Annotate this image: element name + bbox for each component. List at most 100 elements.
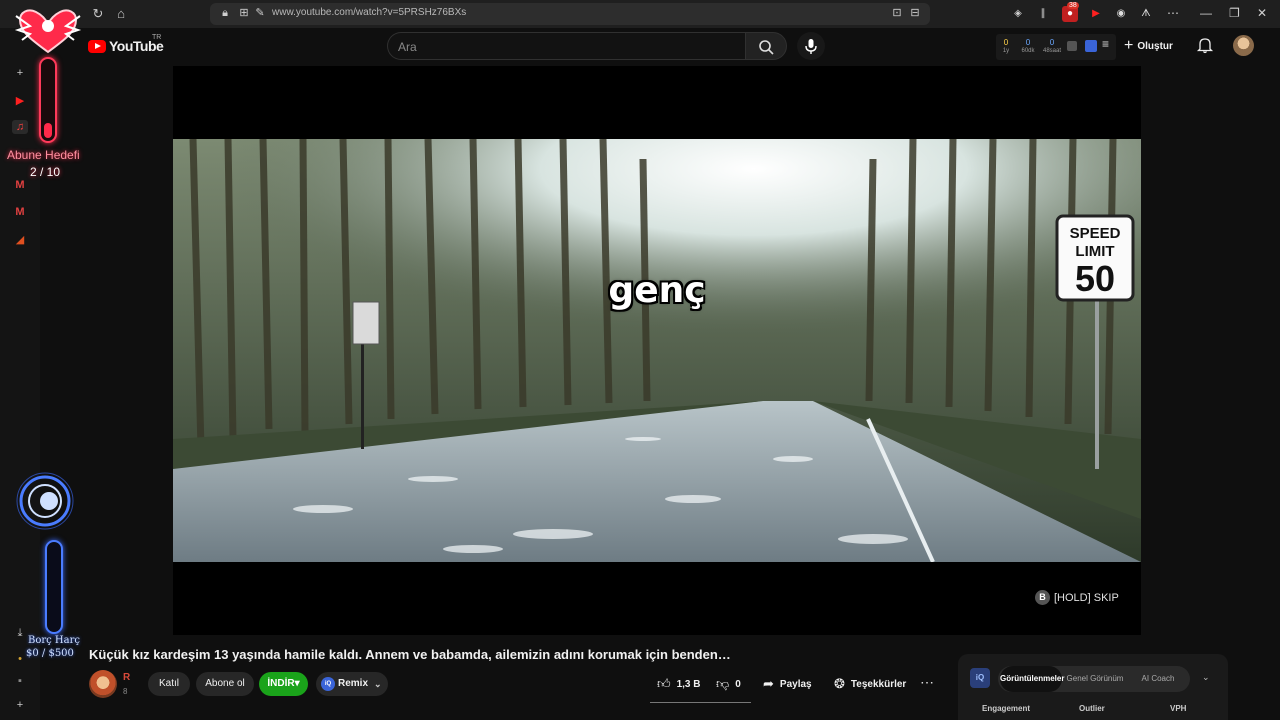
- stats-widget: 0 1y 0 60dk 0 48saat ≡: [996, 34, 1116, 60]
- puzzle-extension-icon[interactable]: ᗑ: [1138, 6, 1154, 22]
- download-button[interactable]: İNDİR▾: [259, 672, 308, 696]
- menu-icon[interactable]: ≡: [1102, 37, 1109, 51]
- channel-subscribers: 8: [123, 687, 128, 696]
- chevron-down-icon: ⌄: [374, 679, 382, 689]
- iq-icon: iQ: [321, 677, 335, 691]
- bookmark-icon[interactable]: ⊟: [908, 6, 922, 20]
- region-code: TR: [152, 34, 162, 41]
- restore-icon[interactable]: ❐: [1229, 6, 1240, 20]
- analytics-panel: iQ Görüntülenmeler Genel Görünüm AI Coac…: [958, 654, 1228, 720]
- like-bar: [650, 702, 751, 703]
- microphone-icon: [805, 39, 817, 54]
- app-icon[interactable]: ◢: [12, 233, 28, 247]
- stat-60dk: 0 60dk: [1021, 38, 1035, 54]
- thanks-label: Teşekkürler: [850, 678, 907, 690]
- music-icon[interactable]: ♫: [12, 120, 28, 134]
- dislike-count: 0: [735, 678, 741, 690]
- thumbs-down-icon: 👎︎: [716, 676, 730, 691]
- address-bar[interactable]: 🔒︎ ⊞ ✎ www.youtube.com/watch?v=5PRSHz76B…: [210, 3, 930, 25]
- box-icon[interactable]: ▪: [12, 674, 28, 688]
- channel-avatar[interactable]: [89, 670, 117, 698]
- gmail-icon-2[interactable]: M: [12, 205, 28, 219]
- panel-tabs: Görüntülenmeler Genel Görünüm AI Coach: [998, 666, 1190, 692]
- iq-logo-icon: iQ: [970, 668, 990, 688]
- tab-ai-coach[interactable]: AI Coach: [1128, 666, 1188, 692]
- share-label: Paylaş: [779, 678, 812, 690]
- add-bottom-icon[interactable]: +: [12, 698, 28, 712]
- home-icon[interactable]: ⌂: [113, 6, 129, 22]
- remix-button[interactable]: iQ Remix ⌄: [316, 672, 388, 696]
- browser-menu-icon[interactable]: ⋯: [1167, 6, 1179, 20]
- share-button[interactable]: ➦ Paylaş: [763, 672, 812, 696]
- voice-search-button[interactable]: [797, 32, 825, 60]
- tab-overview[interactable]: Genel Görünüm: [1064, 666, 1126, 692]
- moon-orb-logo: [16, 472, 74, 530]
- extension-badge: 38: [1067, 2, 1079, 9]
- video-frame: SPEED LIMIT 50: [173, 139, 1141, 562]
- search-icon: [759, 40, 774, 55]
- left-sidebar: + ▶ ♫ M M ◢ ⤓ • ▪ +: [0, 28, 40, 720]
- dislike-button[interactable]: 👎︎ 0: [716, 672, 741, 696]
- grid-icon[interactable]: [1067, 41, 1077, 51]
- youtube-extension-icon[interactable]: ▶: [1088, 6, 1104, 22]
- subscribe-button[interactable]: Abone ol: [196, 672, 254, 696]
- minimize-icon[interactable]: —: [1200, 6, 1212, 20]
- thanks-button[interactable]: ❂ Teşekkürler: [834, 672, 906, 696]
- goal-thermometer-fill: [44, 123, 52, 138]
- debt-thermometer: [45, 540, 63, 634]
- create-button[interactable]: + Oluştur: [1124, 36, 1173, 56]
- goal-count: 2 / 10: [30, 165, 61, 179]
- debt-value: $0 / $500: [26, 648, 74, 659]
- panel-expand-icon[interactable]: ⌄: [1202, 672, 1210, 683]
- remix-label: Remix: [338, 678, 369, 689]
- stat-1y: 0 1y: [1002, 38, 1010, 54]
- notifications-bell-icon[interactable]: [1196, 36, 1214, 54]
- video-player[interactable]: SPEED LIMIT 50 genç B [HOLD] SKIP: [173, 66, 1141, 635]
- close-icon[interactable]: ✕: [1257, 6, 1267, 20]
- like-button[interactable]: 👍︎ 1,3 B: [657, 672, 701, 696]
- debt-title: Borç Harç: [28, 635, 80, 646]
- search-placeholder: Ara: [398, 40, 417, 54]
- url-text[interactable]: www.youtube.com/watch?v=5PRSHz76BXs: [272, 7, 466, 18]
- skip-label: [HOLD] SKIP: [1054, 591, 1119, 604]
- screenshot-icon[interactable]: ⊡: [890, 6, 904, 20]
- plus-icon: +: [1124, 37, 1134, 54]
- thanks-icon: ❂: [834, 676, 845, 691]
- mask-extension-icon[interactable]: ◉: [1113, 6, 1129, 22]
- youtube-play-icon: [88, 39, 106, 53]
- tools-icon[interactable]: ✎: [253, 6, 267, 20]
- iq-icon[interactable]: [1085, 40, 1097, 52]
- share-icon: ➦: [763, 676, 774, 691]
- video-caption: genç: [608, 270, 706, 311]
- join-button[interactable]: Katıl: [148, 672, 190, 696]
- column-vph: VPH: [1170, 704, 1187, 713]
- skip-control[interactable]: B [HOLD] SKIP: [1035, 590, 1119, 605]
- search-button[interactable]: [745, 32, 787, 60]
- skip-key-icon: B: [1035, 590, 1050, 605]
- channel-name[interactable]: R: [123, 672, 130, 683]
- column-outlier: Outlier: [1079, 704, 1105, 713]
- heart-wings-logo: [14, 9, 82, 54]
- youtube-icon[interactable]: ▶: [12, 94, 28, 108]
- thumbs-up-icon: 👍︎: [657, 676, 671, 691]
- column-engagement: Engagement: [982, 704, 1031, 713]
- browser-toolbar: ↻ ⌂ 🔒︎ ⊞ ✎ www.youtube.com/watch?v=5PRSH…: [0, 0, 1280, 28]
- download-icon[interactable]: ⤓: [12, 626, 28, 640]
- tab-views[interactable]: Görüntülenmeler: [1000, 666, 1064, 692]
- stats-extension-icon[interactable]: ∥: [1035, 6, 1051, 22]
- speed-sign-line1: SPEED: [1069, 225, 1121, 242]
- add-icon[interactable]: +: [12, 66, 28, 80]
- reload-icon[interactable]: ↻: [90, 6, 106, 22]
- download-caret-icon: ▾: [294, 678, 300, 689]
- extension-icon[interactable]: ◈: [1010, 6, 1026, 22]
- gmail-icon[interactable]: M: [12, 178, 28, 192]
- site-settings-icon[interactable]: ⊞: [237, 6, 251, 20]
- forest-road-scene: [173, 139, 1141, 562]
- search-input[interactable]: Ara: [387, 32, 745, 60]
- goal-thermometer: [39, 57, 57, 143]
- lock-icon[interactable]: 🔒︎: [218, 6, 232, 20]
- create-label: Oluştur: [1137, 40, 1173, 52]
- user-avatar[interactable]: [1233, 35, 1254, 56]
- download-label: İNDİR: [267, 678, 295, 689]
- more-actions-icon[interactable]: ⋯: [920, 674, 934, 691]
